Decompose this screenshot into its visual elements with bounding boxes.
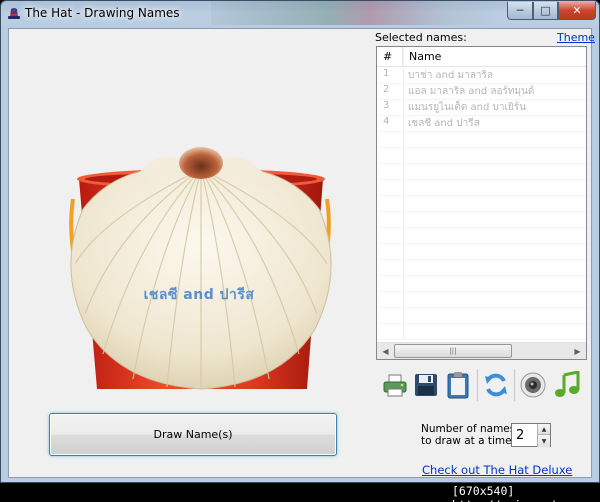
speaker-icon xyxy=(520,372,546,398)
theme-link[interactable]: Theme xyxy=(557,31,595,44)
hat-image[interactable] xyxy=(61,139,341,409)
reset-button[interactable] xyxy=(481,369,511,401)
scroll-right-arrow-icon[interactable]: ▶ xyxy=(569,343,586,359)
list-column-divider xyxy=(403,47,404,340)
list-header: # Name xyxy=(377,47,586,67)
draw-names-label: Draw Name(s) xyxy=(153,428,233,441)
toolbar-separator xyxy=(514,369,515,401)
list-row[interactable]: 2 แอล มาลาริล and ลอร์ทมุนด์ xyxy=(377,83,586,99)
save-disk-icon xyxy=(415,374,437,396)
title-bar[interactable]: The Hat - Drawing Names ─ □ ✕ xyxy=(1,1,599,27)
save-button[interactable] xyxy=(412,369,440,401)
app-window: The Hat - Drawing Names ─ □ ✕ เชลซี and … xyxy=(0,0,600,483)
hat-app-icon xyxy=(8,8,20,19)
column-header-number[interactable]: # xyxy=(377,47,403,66)
shell-bucket-icon xyxy=(69,147,332,390)
number-to-draw-label: Number of names to draw at a time: xyxy=(421,423,515,447)
selected-names-label: Selected names: xyxy=(375,31,467,44)
image-watermark: [670x540] http://upic.me/ xyxy=(452,484,556,502)
row-number: 3 xyxy=(383,100,390,111)
printer-icon xyxy=(383,374,407,397)
print-button[interactable] xyxy=(380,369,410,401)
row-number: 4 xyxy=(383,116,390,127)
row-name: บาช่า and มาลาริล xyxy=(408,70,493,81)
title-bar-background xyxy=(211,1,501,25)
list-row[interactable]: 1 บาช่า and มาลาริล xyxy=(377,67,586,83)
row-name: เชลซี and ปารีส xyxy=(408,118,480,129)
hat-deluxe-link[interactable]: Check out The Hat Deluxe xyxy=(422,463,572,477)
number-to-draw-stepper[interactable]: 2 ▲ ▼ xyxy=(511,423,551,447)
window-title: The Hat - Drawing Names xyxy=(25,6,180,20)
client-area: เชลซี and ปารีส Draw Name(s) Selected na… xyxy=(8,28,595,478)
maximize-icon: □ xyxy=(540,4,551,17)
scroll-thumb[interactable]: ||| xyxy=(394,344,512,358)
music-note-icon xyxy=(555,371,580,397)
column-header-name[interactable]: Name xyxy=(403,47,586,66)
number-to-draw-label-line2: to draw at a time: xyxy=(421,435,516,447)
refresh-icon xyxy=(485,373,507,397)
close-icon: ✕ xyxy=(572,4,582,17)
scroll-left-arrow-icon[interactable]: ◀ xyxy=(377,343,394,359)
spin-down-arrow-icon[interactable]: ▼ xyxy=(537,435,550,447)
minimize-button[interactable]: ─ xyxy=(507,2,533,20)
number-to-draw-value[interactable]: 2 xyxy=(516,428,524,443)
drawn-name-text: เชลซี and ปารีส xyxy=(143,287,255,303)
list-row[interactable]: 3 แมนรยูไนเต็ด and บาเยิร์น xyxy=(377,99,586,115)
row-number: 1 xyxy=(383,68,390,79)
clipboard-icon xyxy=(447,372,469,399)
list-row[interactable]: 4 เชลซี and ปารีส xyxy=(377,115,586,131)
selected-names-list[interactable]: # Name 1 บาช่า and มาลาริล 2 แอล มาลาริล… xyxy=(376,46,587,360)
horizontal-scrollbar[interactable]: ◀ ||| ▶ xyxy=(377,342,586,359)
music-button[interactable] xyxy=(552,369,582,401)
spin-up-arrow-icon[interactable]: ▲ xyxy=(537,424,550,435)
draw-names-button[interactable]: Draw Name(s) xyxy=(49,413,337,456)
maximize-button[interactable]: □ xyxy=(533,2,558,20)
close-button[interactable]: ✕ xyxy=(558,2,596,20)
row-number: 2 xyxy=(383,84,390,95)
row-name: แอล มาลาริล and ลอร์ทมุนด์ xyxy=(408,86,535,97)
sound-toggle-button[interactable] xyxy=(518,369,548,401)
copy-button[interactable] xyxy=(444,369,472,401)
minimize-icon: ─ xyxy=(516,4,524,17)
toolbar-separator xyxy=(477,369,478,401)
row-name: แมนรยูไนเต็ด and บาเยิร์น xyxy=(408,102,526,113)
number-to-draw-label-line1: Number of names xyxy=(421,423,516,435)
